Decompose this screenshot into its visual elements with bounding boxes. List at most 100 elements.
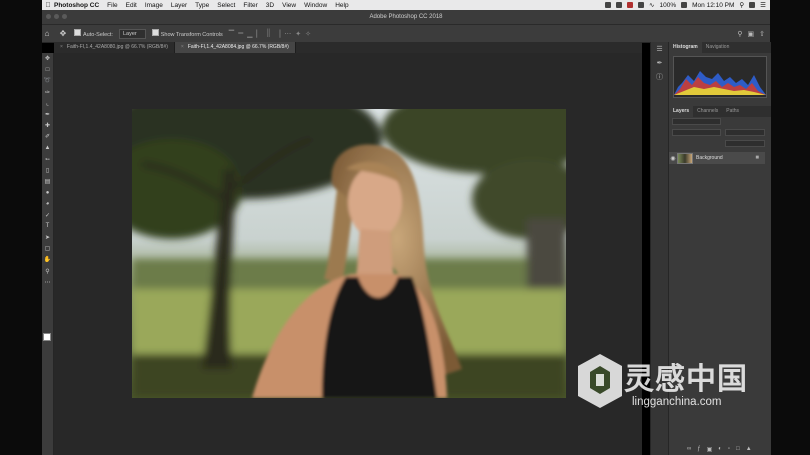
adjustment-icon[interactable]: ◐: [718, 446, 722, 453]
align-middle-icon[interactable]: ═: [238, 30, 243, 38]
status-area: ∿ 100% Mon 12:10 PM ⚲ ☰: [605, 1, 770, 9]
document-tab-active[interactable]: × Faith-FI,1.4_42A8084.jpg @ 66.7% (RGB/8…: [174, 42, 296, 53]
battery-icon[interactable]: [681, 2, 688, 8]
layer-filter-dropdown[interactable]: [672, 118, 721, 125]
layer-row[interactable]: ◉ Background ■: [669, 152, 765, 164]
gradient-tool-icon[interactable]: ▤: [42, 176, 53, 187]
auto-select-label: Auto-Select:: [83, 32, 113, 38]
menu-help[interactable]: Help: [335, 2, 348, 9]
menu-image[interactable]: Image: [145, 2, 163, 9]
apple-icon[interactable]: : [42, 2, 54, 9]
wifi-icon[interactable]: ∿: [649, 1, 654, 9]
link-icon[interactable]: ∞: [687, 446, 691, 453]
workspace-icon[interactable]: ▣: [748, 30, 755, 38]
document-tab[interactable]: × Faith-FI,1.4_42A8080.jpg @ 66.7% (RGB/8…: [54, 42, 175, 53]
watermark: 灵感中国 lingganchina.com: [576, 350, 791, 415]
align-bottom-icon[interactable]: ▁: [247, 30, 252, 38]
search-icon[interactable]: ⚲: [739, 1, 744, 9]
zoom-tool-icon[interactable]: ⚲: [42, 266, 53, 277]
blur-tool-icon[interactable]: ●: [42, 187, 53, 198]
transform-controls-checkbox[interactable]: Show Transform Controls: [151, 29, 223, 38]
align-top-icon[interactable]: ▔: [229, 30, 234, 38]
search-icon[interactable]: ⚲: [737, 30, 742, 38]
mask-icon[interactable]: ▣: [707, 446, 713, 453]
layers-panel-footer: ∞ ƒ ▣ ◐ ▫ □ ▲: [687, 446, 752, 453]
status-icon[interactable]: [638, 2, 645, 8]
eyedropper-tool-icon[interactable]: ✒: [42, 109, 53, 120]
opacity-field[interactable]: [725, 129, 765, 136]
menu-view[interactable]: View: [282, 2, 296, 9]
quick-select-tool-icon[interactable]: ✑: [42, 87, 53, 98]
eraser-tool-icon[interactable]: ▯: [42, 165, 53, 176]
pen-tool-icon[interactable]: ✓: [42, 210, 53, 221]
stamp-tool-icon[interactable]: ▲: [42, 143, 53, 154]
dodge-tool-icon[interactable]: ◕: [42, 198, 53, 209]
align-right-icon[interactable]: ▕: [275, 30, 280, 38]
trash-icon[interactable]: ▲: [746, 446, 752, 453]
tab-paths[interactable]: Paths: [722, 106, 743, 117]
status-icon[interactable]: [627, 2, 634, 8]
more-tools-icon[interactable]: ⋯: [42, 277, 53, 288]
distribute-icon[interactable]: ⋯: [284, 30, 291, 38]
healing-tool-icon[interactable]: ✚: [42, 120, 53, 131]
document-photo[interactable]: [132, 109, 566, 398]
siri-icon[interactable]: [749, 2, 756, 8]
brush-tool-icon[interactable]: ✐: [42, 131, 53, 142]
home-icon[interactable]: ⌂: [42, 29, 52, 39]
watermark-logo-icon: [578, 354, 622, 408]
info-icon[interactable]: ⓘ: [651, 70, 668, 84]
align-center-icon[interactable]: ║: [266, 30, 271, 38]
histogram-graph: [673, 56, 767, 98]
menu-file[interactable]: File: [107, 2, 117, 9]
status-icon[interactable]: [616, 2, 623, 8]
menu-layer[interactable]: Layer: [171, 2, 187, 9]
tab-navigation[interactable]: Navigation: [702, 42, 734, 53]
layer-thumbnail: [677, 152, 693, 164]
menu-edit[interactable]: Edit: [126, 2, 137, 9]
watermark-title: 灵感中国: [624, 362, 748, 397]
hand-tool-icon[interactable]: ✋: [42, 254, 53, 265]
auto-select-dropdown[interactable]: Layer: [118, 28, 146, 39]
marquee-tool-icon[interactable]: □: [42, 64, 53, 75]
menu-type[interactable]: Type: [195, 2, 209, 9]
close-tab-icon[interactable]: ×: [181, 44, 184, 50]
status-icon[interactable]: [605, 2, 612, 8]
crop-tool-icon[interactable]: ⌞: [42, 98, 53, 109]
close-tab-icon[interactable]: ×: [60, 44, 63, 50]
app-name-menu[interactable]: Photoshop CC: [54, 2, 99, 9]
menu-select[interactable]: Select: [217, 2, 235, 9]
fill-field[interactable]: [725, 140, 765, 147]
watermark-url: lingganchina.com: [632, 396, 722, 408]
align-left-icon[interactable]: ▏: [257, 30, 262, 38]
menu-filter[interactable]: Filter: [243, 2, 257, 9]
move-tool-icon[interactable]: ✥: [42, 53, 53, 64]
3d-orbit-icon[interactable]: ✧: [305, 30, 311, 38]
shape-tool-icon[interactable]: ▢: [42, 243, 53, 254]
clock[interactable]: Mon 12:10 PM: [692, 2, 734, 9]
move-tool-icon[interactable]: ✥: [58, 29, 68, 39]
tab-histogram[interactable]: Histogram: [669, 42, 702, 53]
share-icon[interactable]: ⇧: [759, 30, 765, 38]
tab-layers[interactable]: Layers: [669, 106, 694, 117]
type-tool-icon[interactable]: T: [42, 221, 53, 232]
new-layer-icon[interactable]: □: [736, 446, 740, 453]
properties-icon[interactable]: ☰: [651, 42, 668, 56]
folder-icon[interactable]: ▫: [728, 446, 730, 453]
lasso-tool-icon[interactable]: ➰: [42, 75, 53, 86]
visibility-eye-icon[interactable]: ◉: [669, 155, 677, 162]
auto-select-checkbox[interactable]: Auto-Select:: [74, 29, 113, 38]
notifications-icon[interactable]: ☰: [760, 1, 766, 9]
history-brush-tool-icon[interactable]: ➳: [42, 154, 53, 165]
menu-window[interactable]: Window: [304, 2, 327, 9]
blend-mode-dropdown[interactable]: [672, 129, 721, 136]
tab-channels[interactable]: Channels: [693, 106, 722, 117]
menu-3d[interactable]: 3D: [266, 2, 274, 9]
window-title-bar: Adobe Photoshop CC 2018: [42, 10, 770, 25]
path-select-tool-icon[interactable]: ➤: [42, 232, 53, 243]
3d-mode-icon[interactable]: ✦: [295, 30, 301, 38]
options-right-icons: ⚲ ▣ ⇧: [737, 30, 770, 38]
adjust-icon[interactable]: ✒: [651, 56, 668, 70]
fx-icon[interactable]: ƒ: [697, 446, 700, 453]
foreground-color-swatch[interactable]: [43, 333, 51, 341]
options-bar: ⌂ ✥ Auto-Select: Layer Show Transform Co…: [42, 25, 770, 43]
